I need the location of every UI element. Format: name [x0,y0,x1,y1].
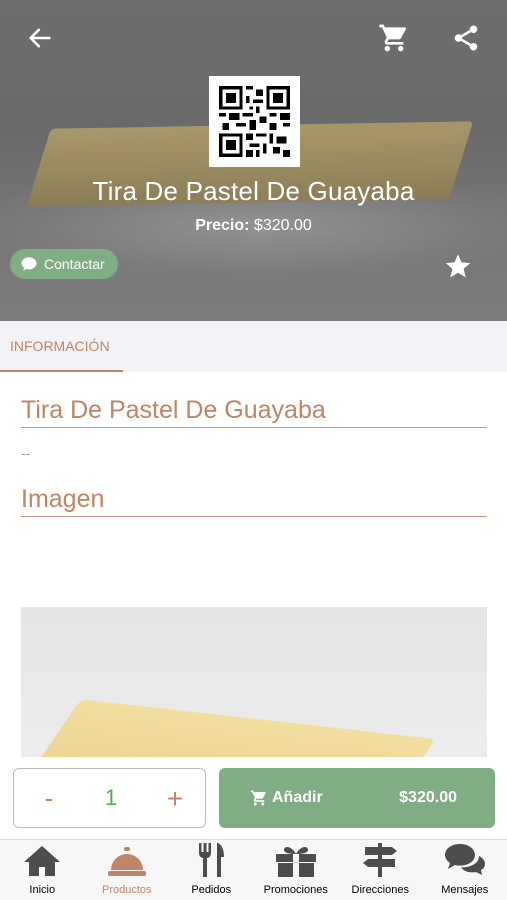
nav-label: Direcciones [351,884,409,896]
home-icon [24,846,61,876]
product-hero: Tira De Pastel De Guayaba Precio: $320.0… [0,0,507,321]
arrow-left-icon [29,28,51,48]
price-label: Precio: [195,217,250,234]
nav-item-promociones[interactable]: Promociones [254,840,339,900]
favorite-button[interactable] [442,250,474,282]
nav-label: Pedidos [191,884,232,896]
cart-icon [250,790,266,806]
gift-icon [275,846,316,877]
add-to-cart-button[interactable]: Añadir $320.00 [219,768,495,828]
bottom-navigation: Inicio Productos Pedidos Promociones Dir… [0,839,507,900]
hero-price: Precio: $320.00 [0,217,507,235]
nav-label: Inicio [29,884,56,896]
fork-knife-icon [199,843,225,877]
chat-bubble-icon [21,257,37,271]
tab-strip: INFORMACIÓN [0,321,507,372]
product-description: -- [21,445,31,461]
action-bar: - 1 + Añadir $320.00 [0,757,507,839]
top-bar [0,0,507,55]
share-button[interactable] [448,20,484,56]
tab-active-indicator [0,370,123,372]
price-value: $320.00 [253,217,312,234]
nav-item-direcciones[interactable]: Direcciones [338,840,423,900]
tab-label: INFORMACIÓN [10,338,110,354]
nav-label: Productos [101,884,152,896]
cart-icon [379,24,407,52]
share-icon [454,25,478,51]
tab-informacion[interactable]: INFORMACIÓN [0,321,123,372]
image-section-title: Imagen [21,485,487,517]
cart-button[interactable] [376,20,412,56]
quantity-value: 1 [104,785,118,810]
decrement-button[interactable]: - [38,783,60,813]
back-button[interactable] [22,20,58,56]
signpost-icon [363,843,398,877]
nav-label: Mensajes [441,884,489,896]
quantity-stepper: - 1 + [13,768,206,828]
nav-item-pedidos[interactable]: Pedidos [169,840,254,900]
contact-button[interactable]: Contactar [10,249,118,279]
add-label: Añadir [272,789,323,806]
nav-item-mensajes[interactable]: Mensajes [423,840,507,900]
add-price: $320.00 [399,789,457,806]
product-image-cake [26,699,436,757]
qr-code [209,76,300,167]
star-icon [445,254,471,278]
nav-item-productos[interactable]: Productos [85,840,170,900]
product-image [21,607,487,757]
chat-bubbles-icon [444,844,485,875]
cloche-icon [107,847,146,876]
product-title: Tira De Pastel De Guayaba [21,396,487,428]
nav-label: Promociones [263,884,328,896]
hero-product-title: Tira De Pastel De Guayaba [92,176,415,206]
nav-item-inicio[interactable]: Inicio [0,840,85,900]
increment-button[interactable]: + [161,783,189,815]
contact-label: Contactar [44,256,105,272]
